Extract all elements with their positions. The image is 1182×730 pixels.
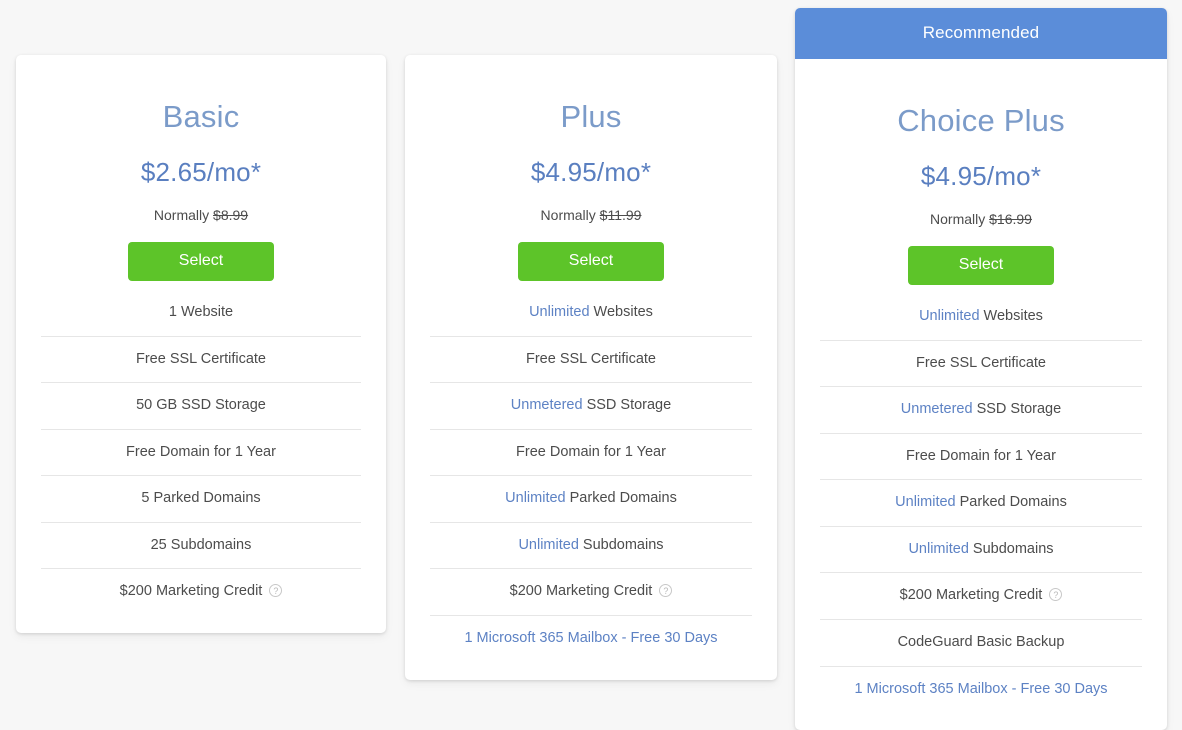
feature-label: Websites [593,304,653,320]
feature-row[interactable]: 1 Microsoft 365 Mailbox - Free 30 Days [820,665,1142,713]
feature-label: Free SSL Certificate [915,354,1046,371]
feature-row: $200 Marketing Credit? [41,568,361,615]
recommended-banner: Recommended [795,8,1167,59]
feature-row: Unlimited Websites [430,281,752,336]
feature-row: Unlimited Websites [820,285,1142,340]
feature-label: Free Domain for 1 Year [126,443,276,460]
normally-original-price: $16.99 [989,211,1032,227]
feature-label: Websites [983,308,1043,324]
feature-label: Parked Domains [569,490,677,507]
info-tooltip-icon[interactable]: ? [269,584,283,598]
feature-row: Unlimited Subdomains [820,525,1142,573]
feature-label: Free SSL Certificate [525,350,656,367]
feature-row: Free Domain for 1 Year [820,432,1142,480]
feature-label: 50 GB SSD Storage [136,397,266,414]
plan-body-basic: Basic $2.65/mo* Normally $8.99 Select 1 Webs… [16,55,386,633]
feature-row: $200 Marketing Credit? [430,568,752,615]
feature-row[interactable]: 1 Microsoft 365 Mailbox - Free 30 Days [430,614,752,662]
feature-label: 1 Microsoft 365 Mailbox - Free 30 Days [464,629,718,646]
plan-name-basic: Basic [162,99,240,134]
plan-price-choiceplus: $4.95/mo* [920,161,1042,191]
select-button-choiceplus[interactable]: Select [908,246,1054,285]
normally-original-price: $11.99 [599,207,642,223]
feature-row: Free SSL Certificate [41,335,361,383]
plan-card-choiceplus: Recommended Choice Plus $4.95/mo* Normally … [795,8,1167,730]
feature-row: Unmetered SSD Storage [430,382,752,429]
feature-highlight: Unlimited [518,536,579,553]
feature-label: CodeGuard Basic Backup [897,633,1065,650]
feature-row: Unlimited Subdomains [430,521,752,569]
plan-body-choiceplus: Choice Plus $4.95/mo* Normally $16.99 Selec… [795,59,1167,730]
pricing-plans-container: Basic $2.65/mo* Normally $8.99 Select 1 Webs… [0,0,1182,730]
feature-row: Free SSL Certificate [820,339,1142,387]
feature-label: Parked Domains [959,494,1067,511]
plan-price-basic: $2.65/mo* [140,157,262,187]
info-tooltip-icon[interactable]: ? [1049,588,1063,602]
feature-label: Subdomains [582,536,664,553]
feature-highlight: Unlimited [919,308,980,324]
plan-normally-basic: Normally $8.99 [41,188,361,223]
normally-label: Normally [540,207,596,223]
feature-highlight: Unlimited [529,304,590,320]
info-tooltip-icon[interactable]: ? [659,584,673,598]
feature-row: 1 Website [41,281,361,336]
feature-row: Unmetered SSD Storage [820,386,1142,433]
plan-name-plus: Plus [560,99,622,134]
feature-row: CodeGuard Basic Backup [820,618,1142,666]
feature-highlight: Unlimited [908,540,969,557]
feature-list-plus: Unlimited Websites Free SSL Certificate Un… [430,281,752,662]
feature-label: Free Domain for 1 Year [906,447,1056,464]
feature-row: 25 Subdomains [41,521,361,569]
feature-label: $200 Marketing Credit [899,587,1043,604]
plan-body-plus: Plus $4.95/mo* Normally $11.99 Select Unlimi… [405,55,777,680]
feature-label: SSD Storage [976,401,1062,418]
feature-label: Free SSL Certificate [135,350,266,367]
feature-row: Free Domain for 1 Year [41,428,361,476]
plan-normally-plus: Normally $11.99 [430,188,752,223]
feature-row: $200 Marketing Credit? [820,572,1142,619]
feature-label: 5 Parked Domains [141,490,261,507]
feature-highlight: Unlimited [505,490,566,507]
feature-label: 1 Website [168,304,234,320]
feature-highlight: Unmetered [510,397,583,414]
feature-label: $200 Marketing Credit [119,583,263,600]
plan-card-basic: Basic $2.65/mo* Normally $8.99 Select 1 Webs… [16,55,386,633]
feature-row: 5 Parked Domains [41,475,361,522]
feature-label: Subdomains [972,540,1054,557]
feature-label: SSD Storage [586,397,672,414]
normally-label: Normally [153,207,210,223]
feature-list-basic: 1 Website Free SSL Certificate 50 GB SSD S… [41,281,361,615]
feature-highlight: Unmetered [900,401,973,418]
feature-row: Unlimited Parked Domains [430,475,752,522]
feature-row: Free Domain for 1 Year [430,428,752,476]
feature-label: Free Domain for 1 Year [516,443,666,460]
feature-row: Unlimited Parked Domains [820,479,1142,526]
feature-highlight: Unlimited [895,494,956,511]
feature-row: Free SSL Certificate [430,335,752,383]
plan-normally-choiceplus: Normally $16.99 [820,192,1142,227]
plan-name-choiceplus: Choice Plus [897,103,1065,138]
feature-label: 1 Microsoft 365 Mailbox - Free 30 Days [854,680,1108,697]
plan-card-plus: Plus $4.95/mo* Normally $11.99 Select Unlimi… [405,55,777,680]
plan-price-plus: $4.95/mo* [530,157,652,187]
feature-label: 25 Subdomains [150,536,252,553]
feature-list-choiceplus: Unlimited Websites Free SSL Certificate Un… [820,285,1142,712]
normally-label: Normally [930,211,986,227]
select-button-plus[interactable]: Select [518,242,664,281]
feature-label: $200 Marketing Credit [509,583,653,600]
normally-original-price: $8.99 [213,207,249,223]
select-button-basic[interactable]: Select [128,242,274,281]
feature-row: 50 GB SSD Storage [41,382,361,429]
